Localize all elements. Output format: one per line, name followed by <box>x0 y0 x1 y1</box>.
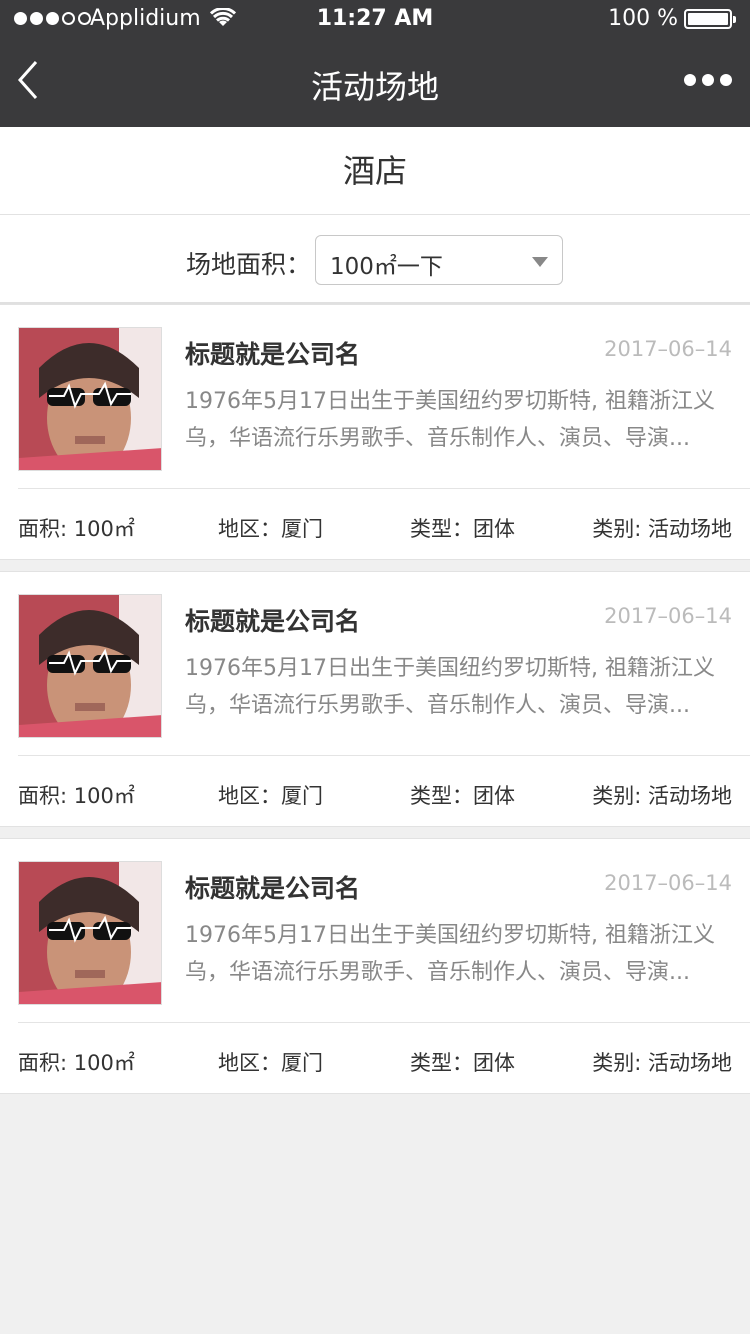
venue-type: 类型：团体 <box>410 1051 515 1075</box>
venue-title: 标题就是公司名 <box>185 340 361 369</box>
venue-title: 标题就是公司名 <box>185 607 361 636</box>
area-select-value: 100㎡一下 <box>330 254 443 280</box>
filter-bar: 场地面积： 100㎡一下 <box>0 215 750 304</box>
venue-description: 1976年5月17日出生于美国纽约罗切斯特, 祖籍浙江义乌，华语流行乐男歌手、音… <box>185 656 715 718</box>
venue-type: 类型：团体 <box>410 784 515 808</box>
venue-area: 面积: 100㎡ <box>18 517 135 541</box>
category-header: 酒店 <box>0 127 750 215</box>
more-dots-icon[interactable] <box>684 74 732 86</box>
venue-date: 2017–06–14 <box>604 337 732 361</box>
venue-date: 2017–06–14 <box>604 604 732 628</box>
battery-icon <box>684 9 736 29</box>
battery-percent: 100 % <box>608 6 678 31</box>
venue-region: 地区：厦门 <box>218 517 323 541</box>
venue-card[interactable]: 标题就是公司名 2017–06–14 1976年5月17日出生于美国纽约罗切斯特… <box>0 304 750 560</box>
page-title: 活动场地 <box>310 68 439 106</box>
filter-label: 场地面积： <box>186 250 312 279</box>
card-divider <box>18 1022 750 1023</box>
venue-category: 类别: 活动场地 <box>592 1051 732 1075</box>
card-divider <box>18 488 750 489</box>
card-divider <box>18 755 750 756</box>
venue-title: 标题就是公司名 <box>185 874 361 903</box>
top-bar: Applidium 11:27 AM 100 % 活动场地 <box>0 0 750 127</box>
venue-card[interactable]: 标题就是公司名 2017–06–14 1976年5月17日出生于美国纽约罗切斯特… <box>0 838 750 1094</box>
venue-region: 地区：厦门 <box>218 784 323 808</box>
venue-region: 地区：厦门 <box>218 1051 323 1075</box>
nav-bar: 活动场地 <box>0 40 750 127</box>
venue-description: 1976年5月17日出生于美国纽约罗切斯特, 祖籍浙江义乌，华语流行乐男歌手、音… <box>185 923 715 985</box>
venue-thumbnail <box>18 594 162 738</box>
dropdown-caret-icon <box>532 257 548 267</box>
venue-date: 2017–06–14 <box>604 871 732 895</box>
venue-thumbnail <box>18 327 162 471</box>
venue-category: 类别: 活动场地 <box>592 517 732 541</box>
venue-area: 面积: 100㎡ <box>18 784 135 808</box>
venue-thumbnail <box>18 861 162 1005</box>
venue-type: 类型：团体 <box>410 517 515 541</box>
venue-description: 1976年5月17日出生于美国纽约罗切斯特, 祖籍浙江义乌，华语流行乐男歌手、音… <box>185 389 715 451</box>
venue-area: 面积: 100㎡ <box>18 1051 135 1075</box>
venue-category: 类别: 活动场地 <box>592 784 732 808</box>
area-select[interactable]: 100㎡一下 <box>315 235 563 285</box>
venue-card[interactable]: 标题就是公司名 2017–06–14 1976年5月17日出生于美国纽约罗切斯特… <box>0 571 750 827</box>
status-bar: Applidium 11:27 AM 100 % <box>0 0 750 40</box>
